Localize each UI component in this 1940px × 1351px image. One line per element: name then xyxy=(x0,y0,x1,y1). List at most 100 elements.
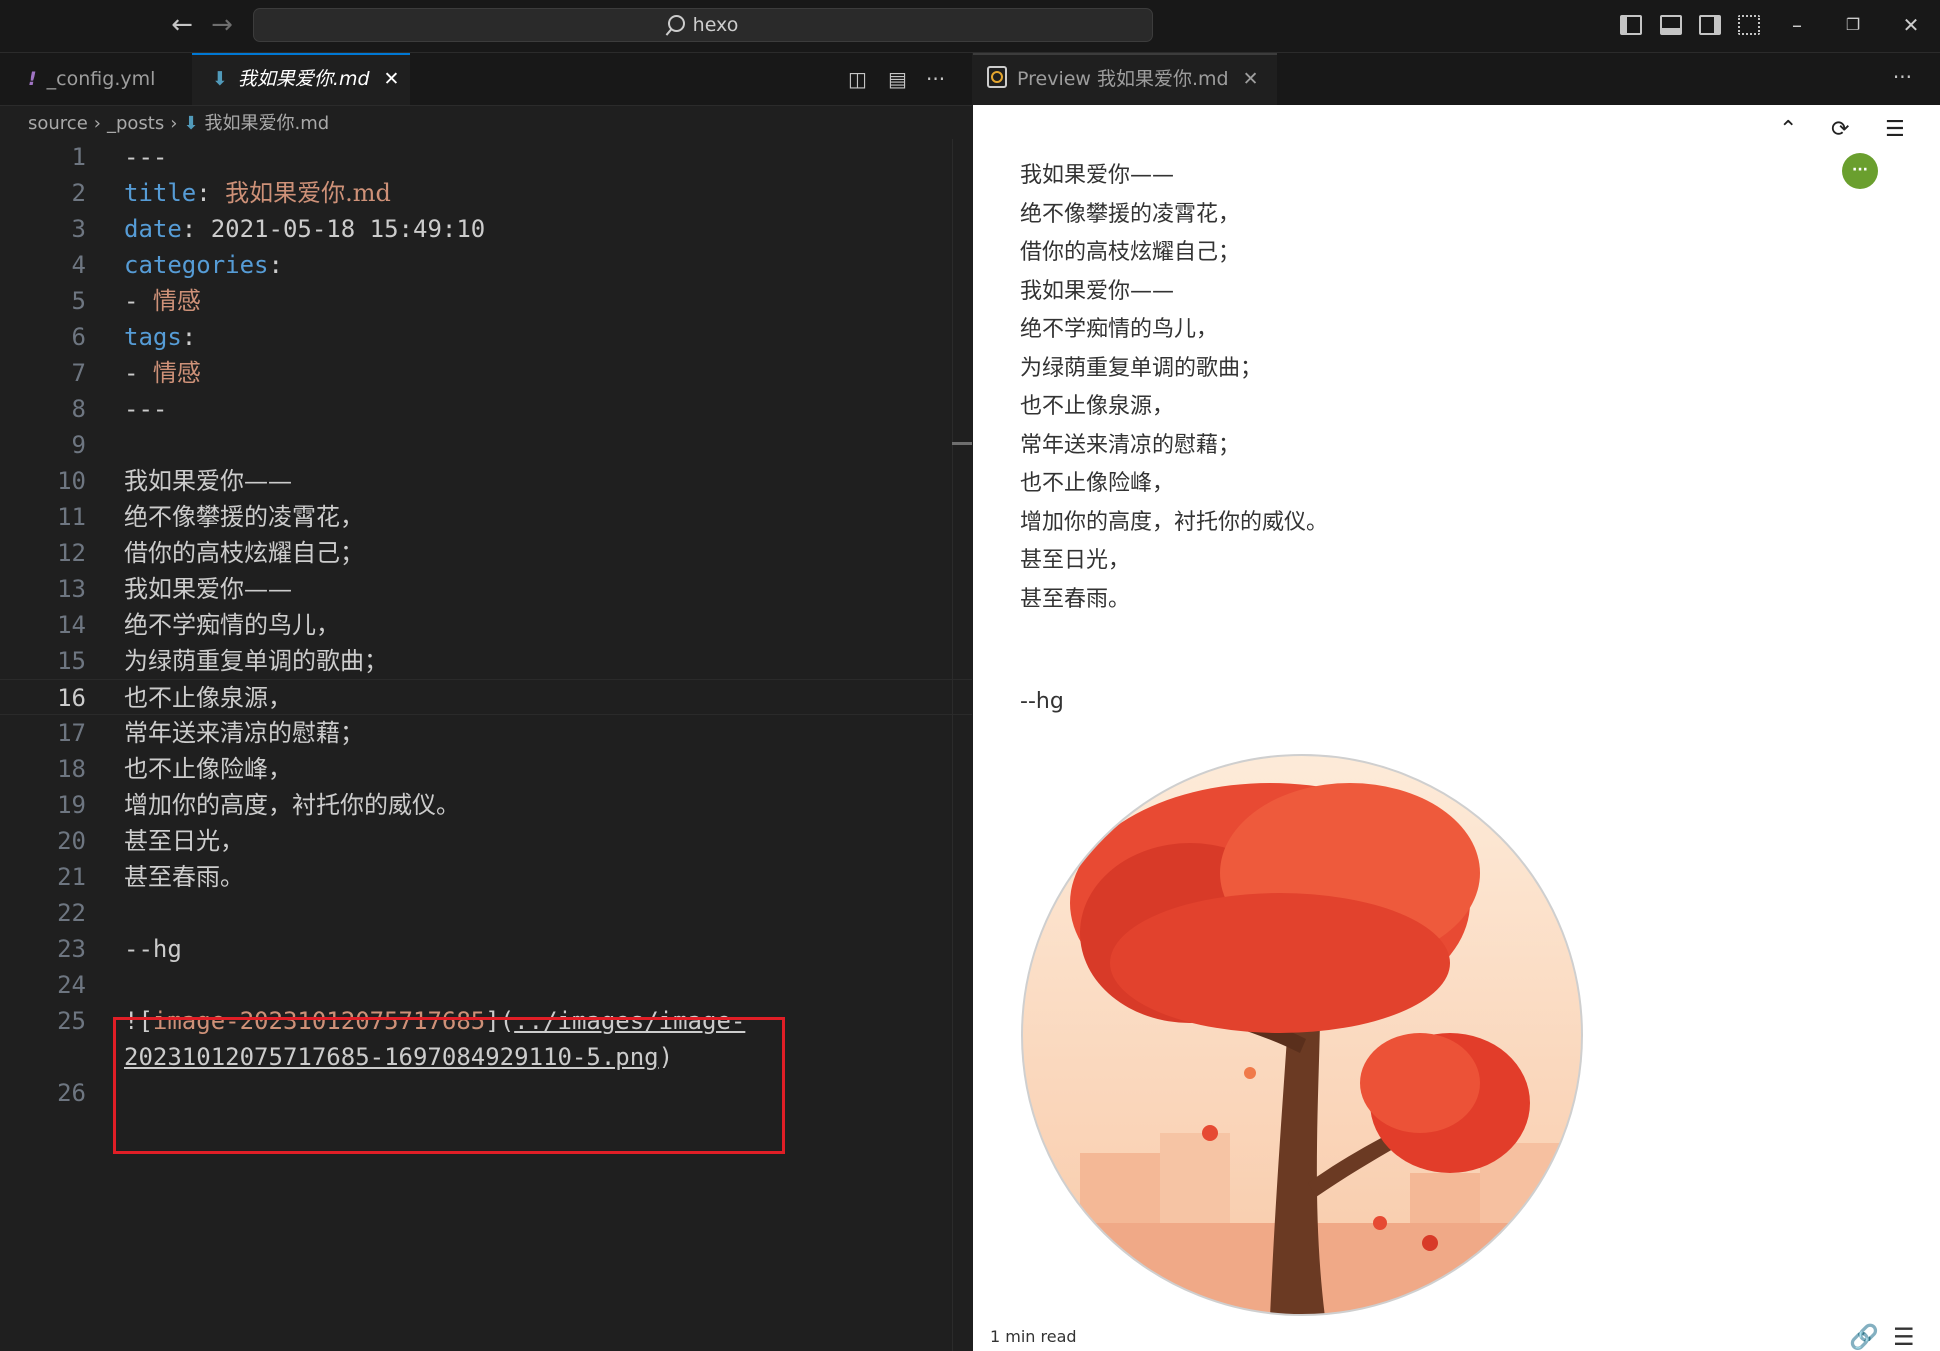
poem-line: 我如果爱你—— xyxy=(1020,163,1175,188)
line-number: 6 xyxy=(71,323,86,351)
poem-line: 借你的高枝炫耀自己； xyxy=(1020,240,1241,265)
toggle-panel-icon[interactable] xyxy=(1660,15,1682,35)
poem-text: 我如果爱你—— 绝不像攀援的凌霄花， 借你的高枝炫耀自己； 我如果爱你—— 绝不… xyxy=(1020,157,1328,619)
table-of-contents-icon[interactable]: ☰ xyxy=(1885,117,1905,142)
line-number: 5 xyxy=(71,287,86,315)
code-line[interactable]: 1 --- xyxy=(0,139,972,175)
customize-layout-icon[interactable] xyxy=(1738,15,1760,35)
breadcrumb-item[interactable]: source xyxy=(28,113,88,134)
yaml-key: tags xyxy=(124,323,182,351)
tab-markdown-file[interactable]: ⬇ 我如果爱你.md ✕ xyxy=(192,53,410,105)
markdown-file-icon: ⬇ xyxy=(183,113,199,134)
breadcrumb: source › _posts › ⬇ 我如果爱你.md xyxy=(28,109,329,135)
line-text: - 情感 xyxy=(124,359,201,387)
line-text: categories: xyxy=(124,251,283,279)
line-number: 23 xyxy=(57,935,86,963)
code-line[interactable]: 24 xyxy=(0,967,972,1003)
line-number: 17 xyxy=(57,719,86,747)
vertical-scrollbar[interactable] xyxy=(952,139,973,1351)
restore-icon[interactable]: ❐ xyxy=(1838,10,1868,40)
poem-line: 也不止像险峰， xyxy=(1020,471,1175,496)
code-line[interactable]: 15 为绿荫重复单调的歌曲； xyxy=(0,643,972,679)
line-number: 24 xyxy=(57,971,86,999)
tab-preview[interactable]: Preview 我如果爱你.md ✕ xyxy=(973,53,1277,105)
refresh-icon[interactable]: ⟳ xyxy=(1831,117,1849,142)
line-number: 7 xyxy=(71,359,86,387)
tab-label: Preview 我如果爱你.md xyxy=(1017,68,1229,90)
yaml-key: title xyxy=(124,179,197,207)
code-line[interactable]: 11 绝不像攀援的凌霄花， xyxy=(0,499,972,535)
yaml-list-item: 情感 xyxy=(152,287,201,315)
line-text: --hg xyxy=(124,935,182,963)
code-line[interactable]: 17 常年送来清凉的慰藉； xyxy=(0,715,972,751)
close-tab-icon[interactable]: ✕ xyxy=(384,68,400,90)
code-line[interactable]: 22 xyxy=(0,895,972,931)
yaml-key: categories xyxy=(124,251,269,279)
code-line[interactable]: 5 - 情感 xyxy=(0,283,972,319)
code-line[interactable]: 4 categories: xyxy=(0,247,972,283)
line-number: 15 xyxy=(57,647,86,675)
code-line-current[interactable]: 16 也不止像泉源， xyxy=(0,679,972,715)
line-number: 12 xyxy=(57,539,86,567)
poem-line: 增加你的高度，衬托你的威仪。 xyxy=(1020,509,1329,535)
line-text: 甚至日光， xyxy=(124,827,244,855)
code-line[interactable]: 21 甚至春雨。 xyxy=(0,859,972,895)
more-actions-icon[interactable]: ··· xyxy=(1893,65,1912,89)
line-text: 常年送来清凉的慰藉； xyxy=(124,719,364,747)
line-number: 11 xyxy=(57,503,86,531)
code-line[interactable]: 3 date: 2021-05-18 15:49:10 xyxy=(0,211,972,247)
more-actions-icon[interactable]: ··· xyxy=(926,65,945,93)
line-number: 10 xyxy=(57,467,86,495)
code-line[interactable]: 19 增加你的高度，衬托你的威仪。 xyxy=(0,787,972,823)
poem-line: 绝不学痴情的鸟儿， xyxy=(1020,317,1219,342)
code-line[interactable]: 2 title: 我如果爱你.md xyxy=(0,175,972,211)
annotation-highlight-box xyxy=(113,1017,785,1154)
arrow-left-icon[interactable]: ← xyxy=(167,10,197,40)
code-line[interactable]: 14 绝不学痴情的鸟儿， xyxy=(0,607,972,643)
poem-line: 为绿荫重复单调的歌曲； xyxy=(1020,355,1263,381)
line-number: 18 xyxy=(57,755,86,783)
link-icon[interactable]: 🔗 xyxy=(1849,1323,1879,1351)
breadcrumb-item[interactable]: 我如果爱你.md xyxy=(205,113,330,134)
toggle-primary-sidebar-icon[interactable] xyxy=(1620,15,1642,35)
code-line[interactable]: 9 xyxy=(0,427,972,463)
poem-line: 甚至春雨。 xyxy=(1020,586,1131,612)
line-text: date: 2021-05-18 15:49:10 xyxy=(124,215,486,243)
line-text: --- xyxy=(124,143,168,171)
code-line[interactable]: 23 --hg xyxy=(0,931,972,967)
close-icon[interactable]: ✕ xyxy=(1896,10,1926,40)
menu-icon[interactable]: ☰ xyxy=(1893,1323,1915,1351)
code-line[interactable]: 6 tags: xyxy=(0,319,972,355)
preview-tab-bar: Preview 我如果爱你.md ✕ ··· xyxy=(973,53,1940,106)
yaml-value: 我如果爱你.md xyxy=(225,179,391,207)
code-line[interactable]: 13 我如果爱你—— xyxy=(0,571,972,607)
line-number: 21 xyxy=(57,863,86,891)
tab-config-yml[interactable]: ! _config.yml xyxy=(0,53,190,105)
command-center-search[interactable]: hexo xyxy=(253,8,1153,42)
chevron-up-icon[interactable]: ⌃ xyxy=(1779,117,1797,142)
code-line[interactable]: 20 甚至日光， xyxy=(0,823,972,859)
code-line[interactable]: 10 我如果爱你—— xyxy=(0,463,972,499)
toggle-secondary-sidebar-icon[interactable] xyxy=(1699,15,1721,35)
line-text: 增加你的高度，衬托你的威仪。 xyxy=(124,791,460,819)
code-line[interactable]: 18 也不止像险峰， xyxy=(0,751,972,787)
line-text: 我如果爱你—— xyxy=(124,575,292,603)
poem-line: 绝不像攀援的凌霄花， xyxy=(1020,201,1241,227)
options-badge[interactable]: ··· xyxy=(1842,153,1878,189)
close-tab-icon[interactable]: ✕ xyxy=(1243,68,1259,90)
search-text: hexo xyxy=(692,14,739,36)
arrow-right-icon[interactable]: → xyxy=(207,10,237,40)
line-number: 14 xyxy=(57,611,86,639)
poem-line: 也不止像泉源， xyxy=(1020,394,1175,419)
open-preview-to-side-icon[interactable]: ◫ xyxy=(848,65,867,93)
line-text: title: 我如果爱你.md xyxy=(124,179,391,207)
minimize-icon[interactable]: – xyxy=(1782,10,1812,40)
split-editor-icon[interactable]: ▤ xyxy=(888,65,907,93)
editor-pane: ! _config.yml ⬇ 我如果爱你.md ✕ ◫ ▤ ··· source › _… xyxy=(0,53,972,1351)
code-line[interactable]: 8 --- xyxy=(0,391,972,427)
breadcrumb-item[interactable]: _posts xyxy=(107,113,164,134)
code-line[interactable]: 7 - 情感 xyxy=(0,355,972,391)
line-text: 也不止像险峰， xyxy=(124,755,292,783)
code-line[interactable]: 12 借你的高枝炫耀自己； xyxy=(0,535,972,571)
chevron-right-icon: › xyxy=(93,113,101,134)
